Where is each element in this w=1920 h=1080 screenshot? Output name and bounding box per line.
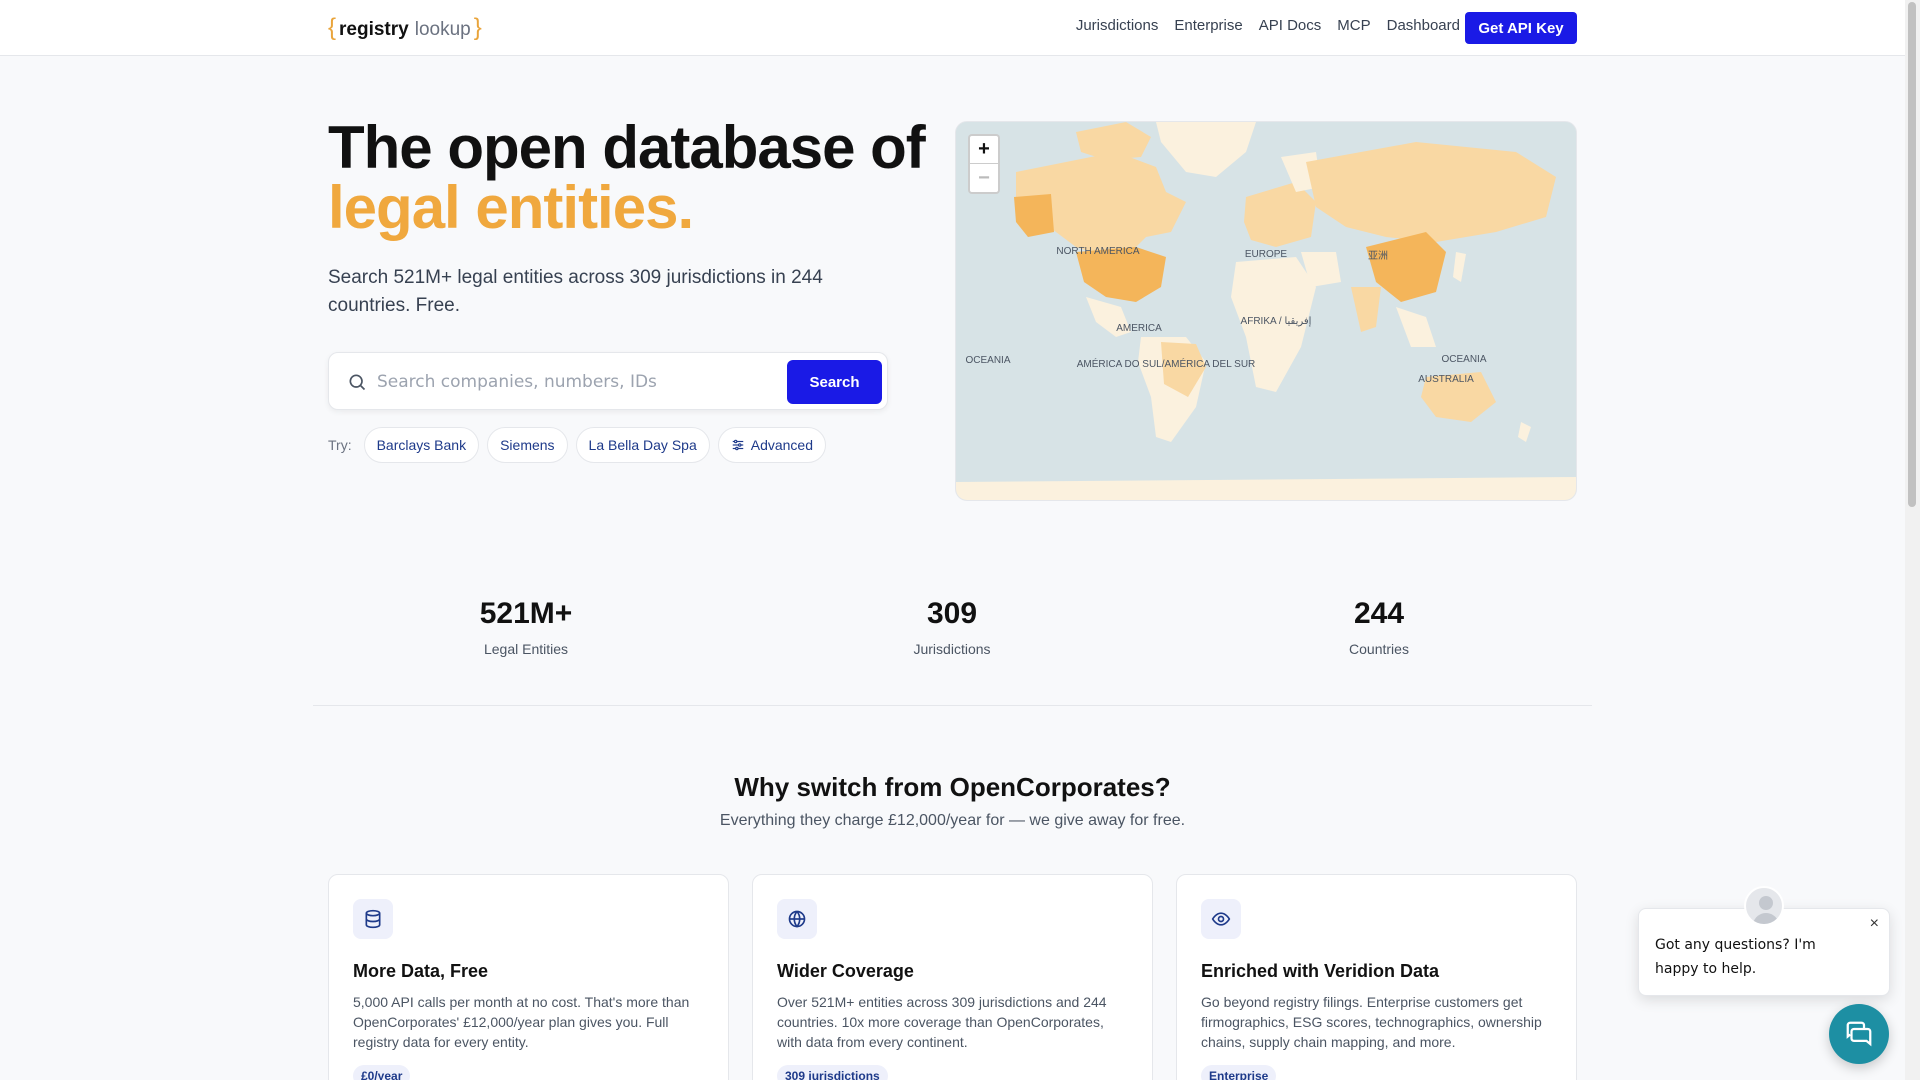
stat-value: 244: [1353, 597, 1405, 630]
world-map-canvas[interactable]: NORTH AMERICA EUROPE 亚洲 AFRIKA / إفريقيا…: [956, 122, 1577, 501]
map-label-oceania-right: OCEANIA: [1441, 354, 1486, 365]
stat-value: 309: [926, 597, 978, 630]
stat-label: Legal Entities: [483, 641, 569, 657]
card-text: Over 521M+ entities across 309 jurisdict…: [777, 994, 1107, 1050]
map-label-africa: AFRIKA / إفريقيا: [1241, 316, 1312, 327]
hero-subtitle: Search 521M+ legal entities across 309 j…: [328, 267, 823, 316]
logo-strong: registry: [339, 19, 409, 40]
suggestion-chip-siemens[interactable]: Siemens: [487, 427, 568, 463]
why-subtitle: Everything they charge £12,000/year for …: [719, 812, 1186, 829]
search-input[interactable]: [377, 365, 777, 399]
search-icon: [349, 374, 366, 391]
map-label-australia: AUSTRALIA: [1418, 374, 1474, 385]
map-label-america: AMERICA: [1116, 323, 1162, 334]
feature-card-more-data: More Data, Free 5,000 API calls per mont…: [328, 874, 729, 1080]
suggestion-chip-la-bella[interactable]: La Bella Day Spa: [575, 427, 710, 463]
chat-launcher-button[interactable]: [1829, 1004, 1889, 1064]
hero-title-line2: legal entities.: [328, 174, 694, 241]
hero-title-line1: The open database of: [328, 114, 926, 181]
map-label-south-america: AMÉRICA DO SUL/AMÉRICA DEL SUR: [1077, 357, 1256, 370]
feature-card-wider-coverage: Wider Coverage Over 521M+ entities acros…: [752, 874, 1153, 1080]
logo[interactable]: { registry lookup }: [328, 14, 482, 42]
search-box: Search: [328, 352, 888, 410]
card-badge: £0/year: [353, 1065, 411, 1080]
card-title: Wider Coverage: [777, 961, 914, 981]
map-zoom-control: + −: [968, 134, 1000, 194]
map-label-north-america: NORTH AMERICA: [1056, 246, 1139, 257]
logo-brace-close: }: [473, 14, 482, 41]
why-title: Why switch from OpenCorporates?: [734, 772, 1171, 802]
database-icon: [353, 899, 393, 939]
map-label-europe: EUROPE: [1245, 249, 1288, 260]
zoom-in-button[interactable]: +: [970, 136, 998, 164]
logo-brace-open: {: [328, 14, 337, 41]
scrollbar-thumb[interactable]: [1908, 2, 1916, 507]
card-text: Go beyond registry filings. Enterprise c…: [1201, 994, 1542, 1050]
stat-value: 521M+: [479, 597, 573, 630]
advanced-search-chip[interactable]: Advanced: [717, 427, 827, 463]
card-title: More Data, Free: [353, 961, 489, 981]
chat-avatar: [1744, 886, 1784, 926]
stat-label: Jurisdictions: [913, 641, 991, 657]
search-button[interactable]: Search: [787, 360, 882, 404]
nav-link-api-docs[interactable]: API Docs: [1259, 17, 1322, 34]
card-title: Enriched with Veridion Data: [1201, 961, 1440, 981]
stat-legal-entities: 521M+ Legal Entities: [416, 597, 636, 657]
feature-card-enriched: Enriched with Veridion Data Go beyond re…: [1176, 874, 1577, 1080]
suggestion-chip-barclays[interactable]: Barclays Bank: [363, 427, 480, 463]
nav-links: Jurisdictions Enterprise API Docs MCP Da…: [1076, 17, 1460, 34]
eye-icon: [1201, 899, 1241, 939]
zoom-out-button[interactable]: −: [970, 164, 998, 192]
hero-title: The open database of legal entities.: [328, 118, 926, 241]
logo-light: lookup: [414, 19, 471, 40]
section-divider: [313, 705, 1592, 706]
try-suggestions: Try: Barclays Bank Siemens La Bella Day …: [328, 427, 827, 463]
card-badge: Enterprise: [1201, 1065, 1277, 1080]
nav-link-enterprise[interactable]: Enterprise: [1174, 17, 1242, 34]
get-api-key-button[interactable]: Get API Key: [1465, 12, 1577, 44]
chat-message-text: Got any questions? I'm happy to help.: [1655, 937, 1816, 977]
map-label-oceania-left: OCEANIA: [965, 355, 1010, 366]
chat-icon: [1846, 1021, 1872, 1047]
stat-countries: 244 Countries: [1269, 597, 1489, 657]
sliders-icon: [732, 439, 743, 451]
advanced-label: Advanced: [750, 437, 814, 453]
top-navbar: { registry lookup } Jurisdictions Enterp…: [0, 0, 1905, 56]
globe-icon: [777, 899, 817, 939]
stat-label: Countries: [1349, 641, 1409, 657]
stat-jurisdictions: 309 Jurisdictions: [842, 597, 1062, 657]
nav-link-jurisdictions[interactable]: Jurisdictions: [1076, 17, 1159, 34]
nav-link-mcp[interactable]: MCP: [1337, 17, 1370, 34]
card-badge: 309 jurisdictions: [777, 1065, 888, 1080]
world-map[interactable]: NORTH AMERICA EUROPE 亚洲 AFRIKA / إفريقيا…: [955, 121, 1577, 501]
try-label: Try:: [328, 437, 352, 453]
card-text: 5,000 API calls per month at no cost. Th…: [353, 994, 690, 1050]
map-label-asia: 亚洲: [1368, 250, 1388, 262]
chat-close-icon[interactable]: ×: [1870, 915, 1879, 933]
nav-link-dashboard[interactable]: Dashboard: [1387, 17, 1460, 34]
